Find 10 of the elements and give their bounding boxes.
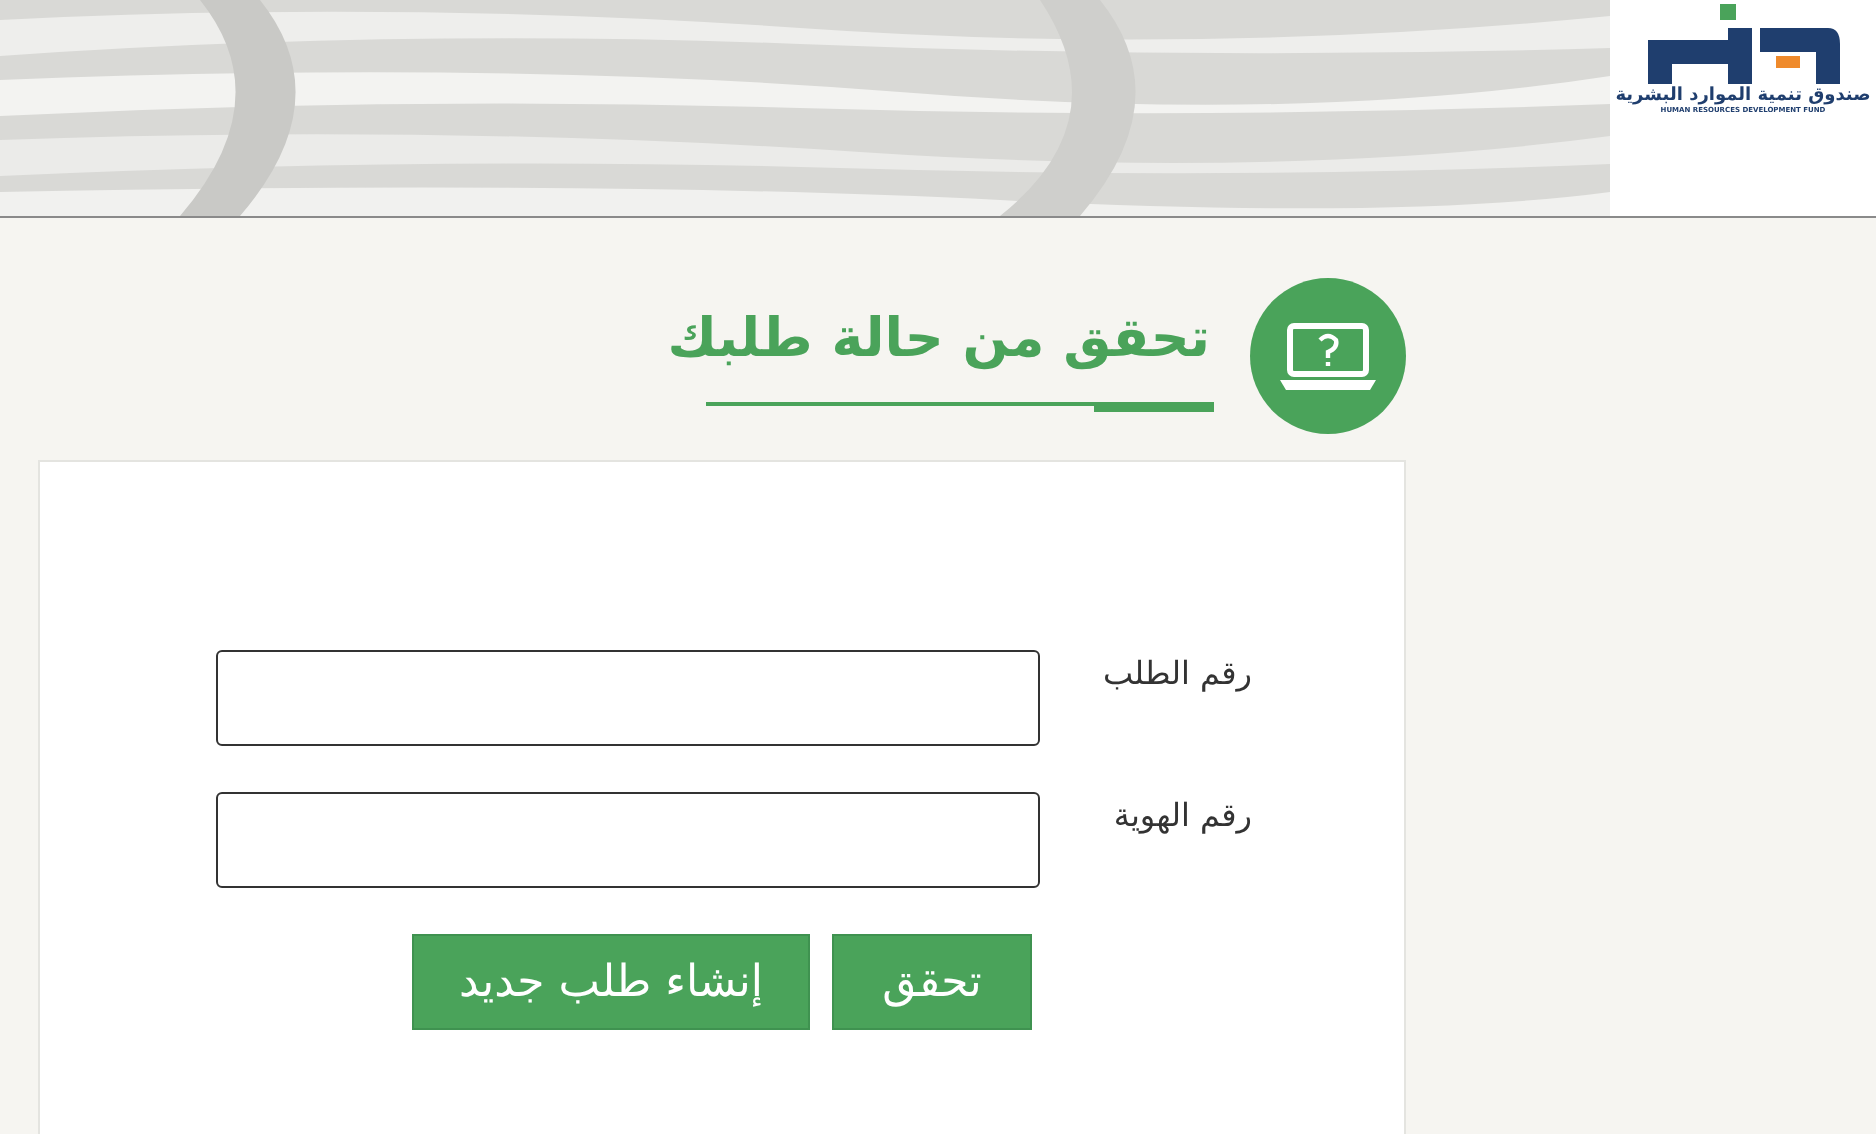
input-field[interactable] [216,650,1040,746]
page-title: تحقق من حالة طلبك [665,306,1212,374]
field-label: رقم الطلب [1100,652,1252,696]
new-request-button[interactable]: إنشاء طلب جديد [412,934,810,1030]
logo-text: صندوق تنمية الموارد البشرية [1615,86,1871,106]
verify-button[interactable]: تحقق [832,934,1032,1030]
laptop-icon [1250,278,1406,434]
input-field[interactable] [216,792,1040,888]
field-label: رقم الهوية [1111,794,1252,838]
logo-icon [1647,4,1839,84]
